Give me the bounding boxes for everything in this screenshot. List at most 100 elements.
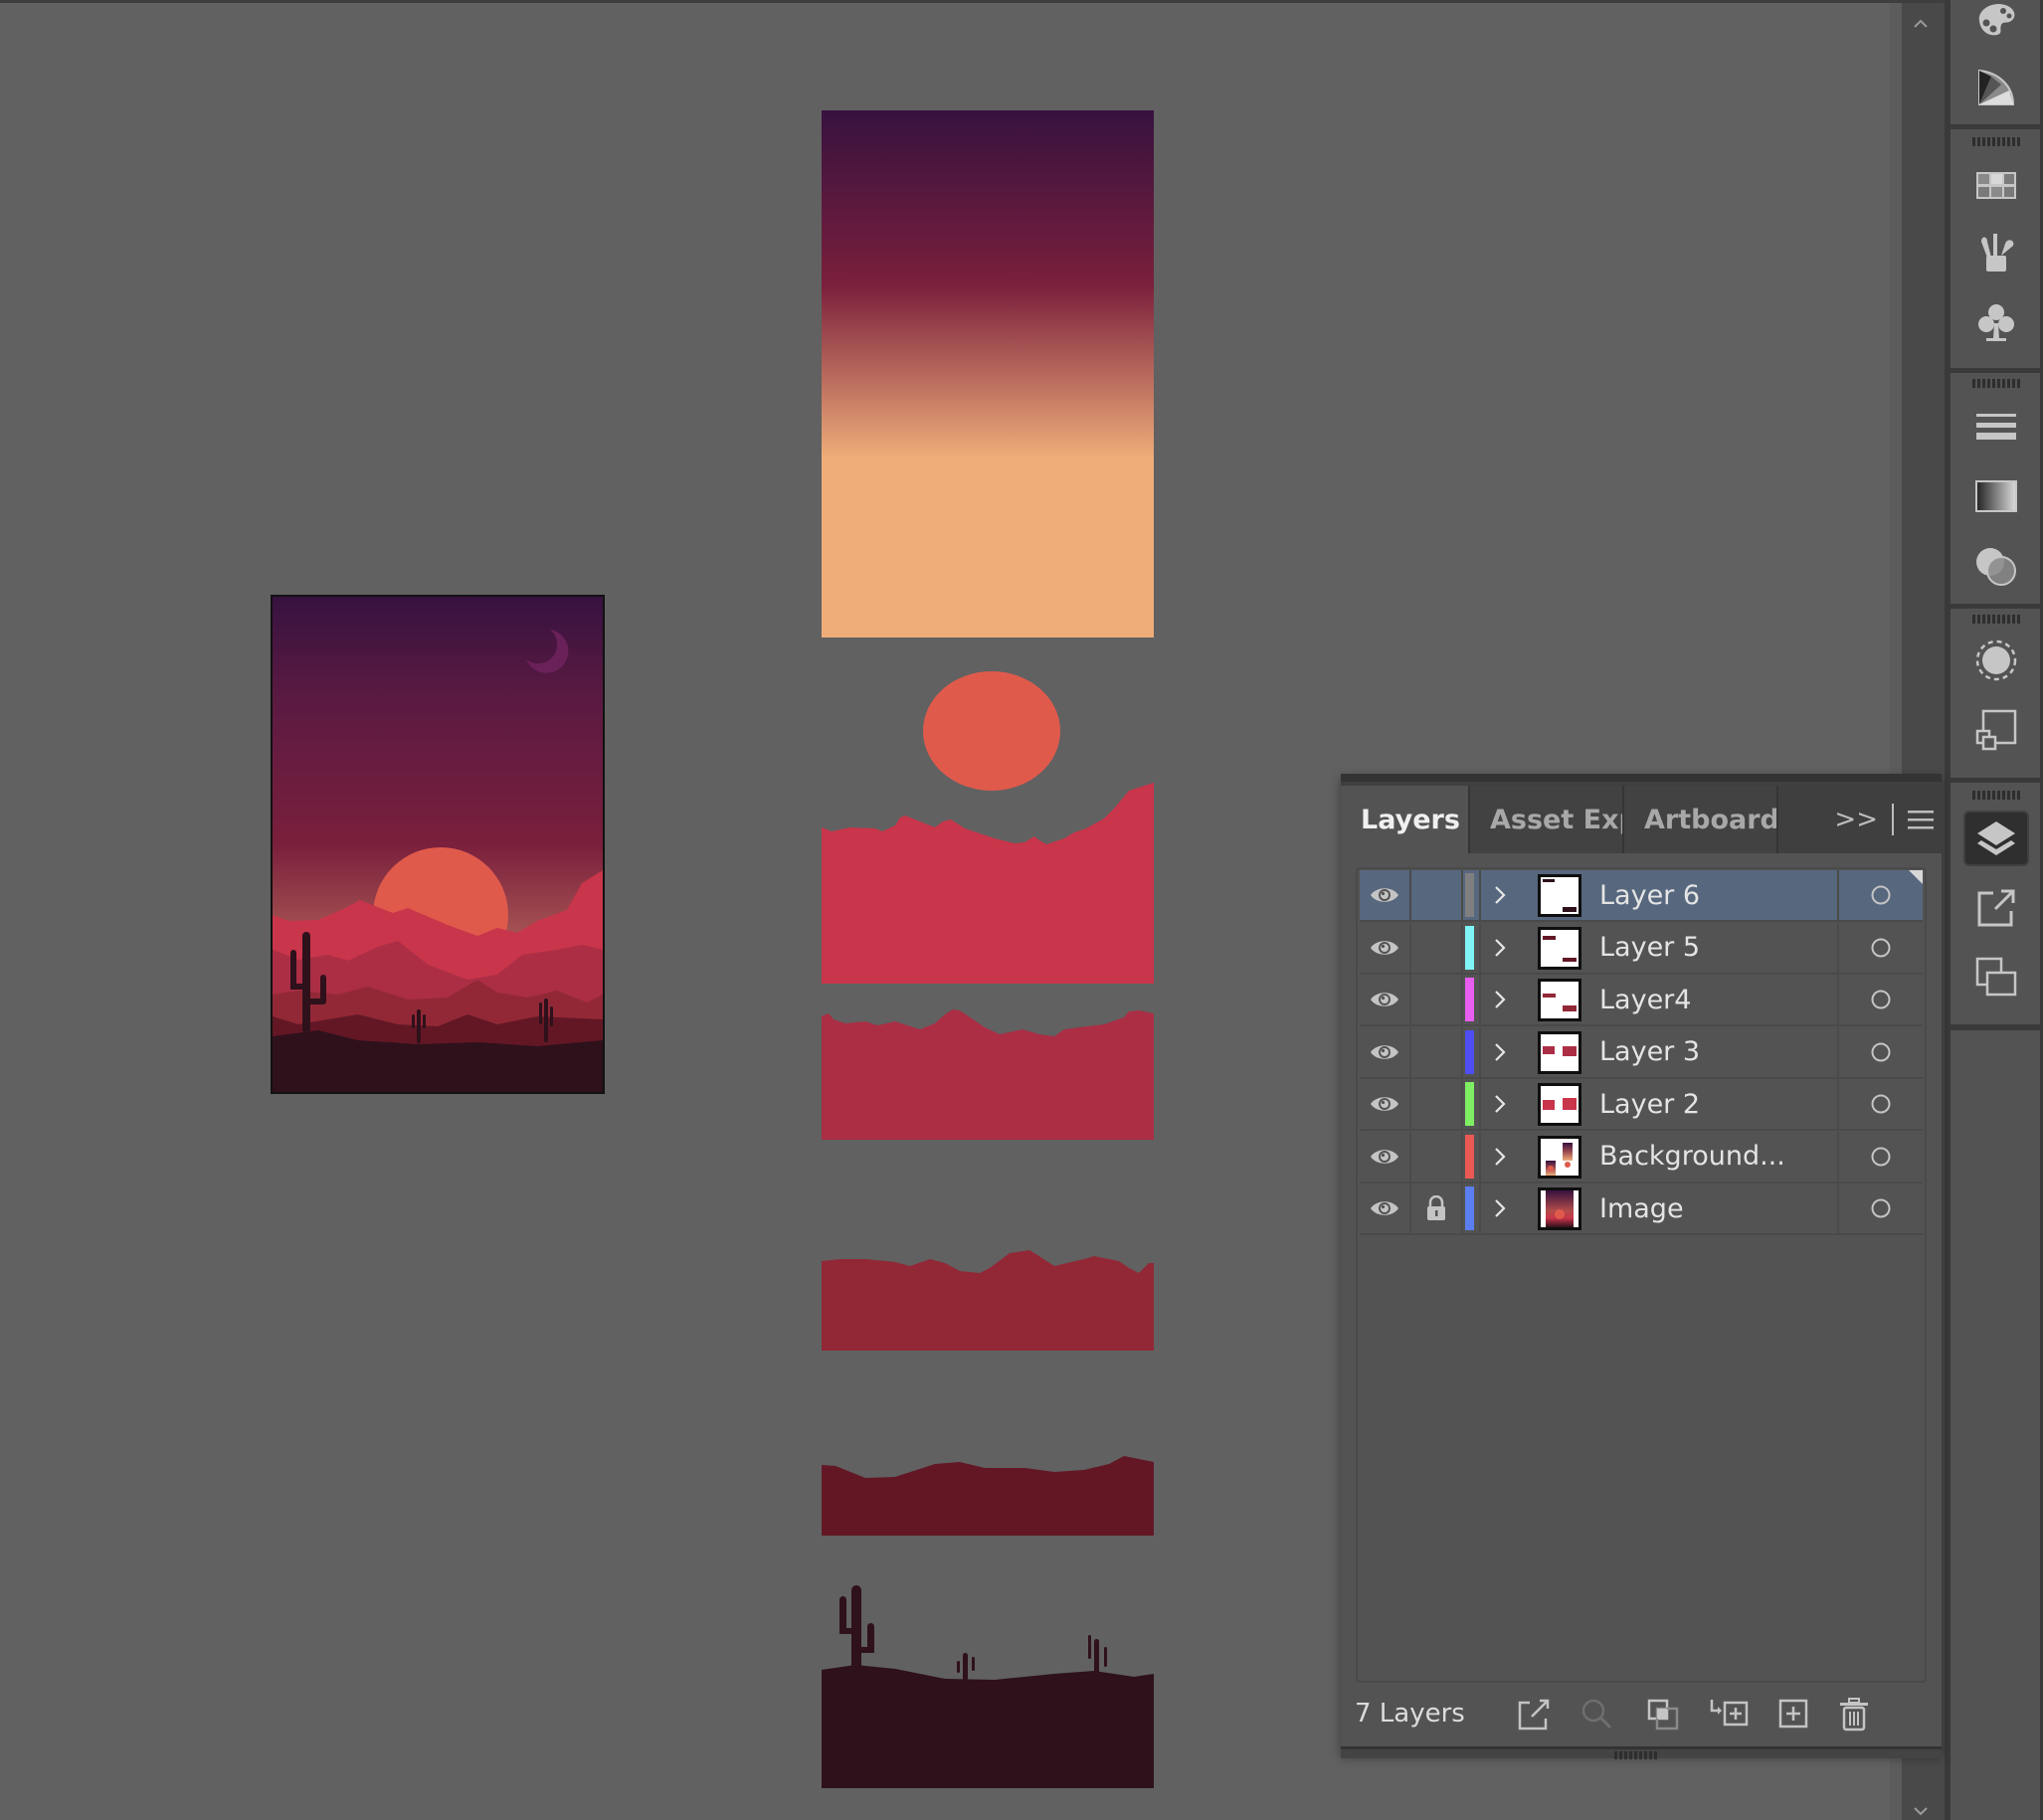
color-guide-icon[interactable] [1963, 60, 2029, 115]
layer-name[interactable]: Layer 5 [1599, 923, 1700, 973]
layer-name[interactable]: Layer 2 [1599, 1079, 1700, 1129]
layer-color-swatch [1465, 925, 1474, 970]
target-circle-icon [1871, 990, 1891, 1009]
target-circle-icon [1871, 1094, 1891, 1114]
export-icon [1518, 1699, 1550, 1730]
target-toggle[interactable] [1837, 1079, 1923, 1129]
layer-thumbnail [1538, 979, 1581, 1021]
piece-mountain-1[interactable] [822, 783, 1154, 984]
tab-layers[interactable]: Layers [1341, 786, 1470, 853]
piece-sky-gradient[interactable] [822, 110, 1154, 637]
panel-resize-grip[interactable] [1341, 1746, 1942, 1759]
layer-color-swatch [1465, 1082, 1474, 1126]
palette-icon[interactable] [1963, 0, 2029, 48]
export-icon[interactable] [1963, 880, 2029, 936]
visibility-toggle[interactable] [1360, 1079, 1411, 1129]
panel-tab-bar: Layers Asset Export Artboards >> [1341, 782, 1942, 853]
transparency-icon[interactable] [1963, 538, 2029, 594]
target-circle-icon [1871, 938, 1891, 957]
tab-artboards[interactable]: Artboards [1624, 786, 1778, 853]
eye-icon [1371, 940, 1398, 955]
swatches-icon[interactable] [1963, 157, 2029, 213]
lock-toggle[interactable] [1411, 922, 1463, 973]
lock-toggle[interactable] [1411, 1183, 1463, 1233]
clipping-mask-button[interactable] [1645, 1697, 1681, 1732]
artboards-icon[interactable] [1963, 950, 2029, 1005]
delete-button[interactable] [1836, 1697, 1872, 1732]
lock-toggle[interactable] [1411, 870, 1463, 920]
dock-grip[interactable] [1972, 615, 2020, 624]
layer-row[interactable]: Layer4 [1360, 975, 1923, 1026]
graphic-styles-icon[interactable] [1963, 702, 2029, 758]
lock-toggle[interactable] [1411, 975, 1463, 1024]
piece-mountain-3[interactable] [822, 1250, 1154, 1351]
visibility-toggle[interactable] [1360, 1131, 1411, 1182]
appearance-icon[interactable] [1963, 633, 2029, 688]
target-toggle[interactable] [1837, 1183, 1923, 1233]
hamburger-menu-icon[interactable] [1908, 809, 1934, 830]
visibility-toggle[interactable] [1360, 975, 1411, 1024]
piece-sun[interactable] [923, 671, 1060, 791]
lock-toggle[interactable] [1411, 1131, 1463, 1182]
brushes-icon[interactable] [1963, 225, 2029, 280]
locate-object-button[interactable] [1579, 1697, 1615, 1732]
eye-icon [1371, 1201, 1398, 1215]
expand-toggle[interactable] [1479, 1131, 1519, 1182]
expand-toggle[interactable] [1479, 1183, 1519, 1233]
layer-row[interactable]: Layer 5 [1360, 922, 1923, 975]
expand-toggle[interactable] [1479, 1026, 1519, 1077]
chevron-right-icon [1495, 1095, 1506, 1113]
layer-name[interactable]: Image [1599, 1183, 1684, 1233]
target-toggle[interactable] [1837, 975, 1923, 1024]
scroll-down-icon[interactable] [1914, 1804, 1928, 1818]
lock-icon [1427, 1195, 1445, 1220]
lock-toggle[interactable] [1411, 1079, 1463, 1129]
piece-ground-cacti[interactable] [822, 1585, 1154, 1788]
overflow-tabs-button[interactable]: >> [1834, 805, 1878, 834]
symbols-icon[interactable] [1963, 294, 2029, 350]
layers-panel: Layers Asset Export Artboards >> Layer 6… [1341, 774, 1942, 1759]
target-circle-icon [1871, 1147, 1891, 1166]
dock-grip[interactable] [1972, 791, 2020, 800]
layer-row[interactable]: Layer 2 [1360, 1079, 1923, 1131]
new-sublayer-button[interactable] [1709, 1697, 1751, 1732]
visibility-toggle[interactable] [1360, 1026, 1411, 1077]
piece-mountain-2[interactable] [822, 1009, 1154, 1140]
layer-list[interactable]: Layer 6 Layer 5 Layer4 Layer 3 Layer 2 Backgr… [1356, 867, 1927, 1683]
dock-grip[interactable] [1972, 379, 2020, 388]
expand-toggle[interactable] [1479, 975, 1519, 1024]
tab-label: Artboards [1644, 804, 1778, 835]
expand-toggle[interactable] [1479, 922, 1519, 973]
layer-row[interactable]: Background... [1360, 1131, 1923, 1183]
target-toggle[interactable] [1837, 1026, 1923, 1077]
gradient-icon[interactable] [1963, 468, 2029, 524]
stroke-icon[interactable] [1963, 399, 2029, 455]
layer-thumbnail [1538, 1083, 1581, 1126]
layers-icon[interactable] [1963, 811, 2029, 866]
tab-asset-export[interactable]: Asset Export [1470, 786, 1624, 853]
target-circle-icon [1871, 1042, 1891, 1061]
layer-name[interactable]: Background... [1599, 1132, 1785, 1182]
visibility-toggle[interactable] [1360, 1183, 1411, 1233]
layer-name[interactable]: Layer 3 [1599, 1027, 1700, 1077]
dock-grip[interactable] [1972, 137, 2020, 146]
expand-toggle[interactable] [1479, 870, 1519, 920]
layer-row[interactable]: Layer 3 [1360, 1026, 1923, 1079]
scroll-up-icon[interactable] [1914, 17, 1928, 31]
layer-name[interactable]: Layer 6 [1599, 870, 1700, 920]
collect-for-export-button[interactable] [1516, 1697, 1552, 1732]
target-circle-icon [1871, 1198, 1891, 1218]
layer-row[interactable]: Layer 6 [1360, 870, 1923, 922]
lock-toggle[interactable] [1411, 1026, 1463, 1077]
visibility-toggle[interactable] [1360, 922, 1411, 973]
expand-toggle[interactable] [1479, 1079, 1519, 1129]
layer-name[interactable]: Layer4 [1599, 975, 1691, 1024]
new-layer-button[interactable] [1776, 1697, 1812, 1732]
piece-moon[interactable] [1057, 18, 1099, 69]
composite-artboard[interactable] [271, 595, 605, 1094]
piece-mountain-4[interactable] [822, 1456, 1154, 1536]
target-toggle[interactable] [1837, 1131, 1923, 1182]
target-toggle[interactable] [1837, 922, 1923, 973]
visibility-toggle[interactable] [1360, 870, 1411, 920]
layer-row[interactable]: Image [1360, 1183, 1923, 1235]
